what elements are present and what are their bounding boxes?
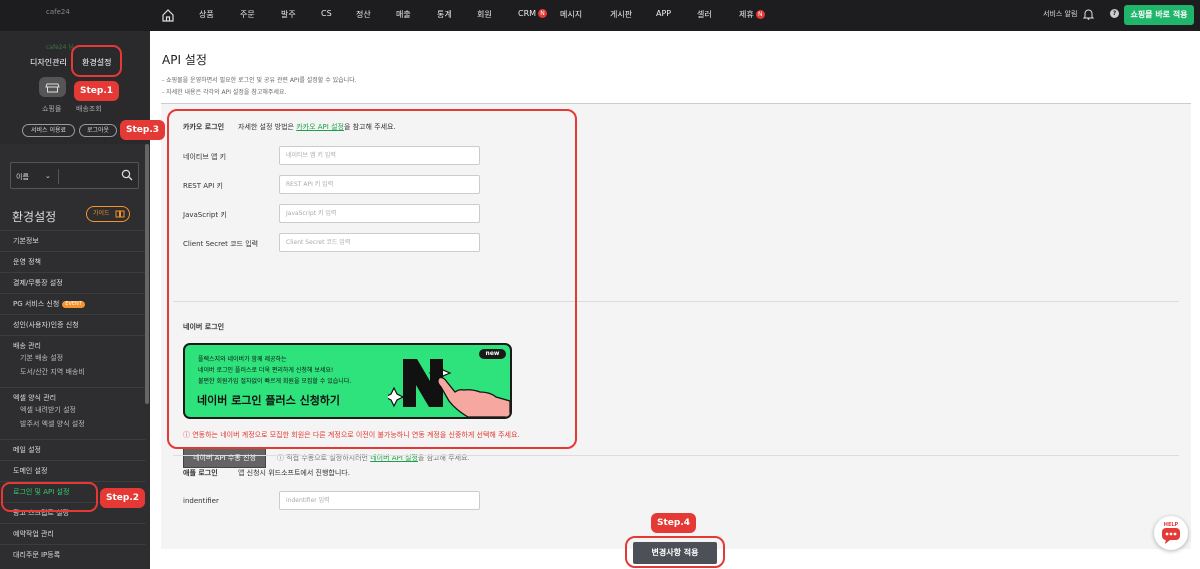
page-desc-line: - 쇼핑몰을 운영하면서 필요한 로그인 및 공유 관련 API를 설정할 수 … xyxy=(162,77,357,84)
nav-item[interactable]: 정산 xyxy=(356,9,371,20)
help-chat-button[interactable]: HELP xyxy=(1154,516,1188,550)
sidebar-submenu-item[interactable]: 발주서 엑셀 양식 설정 xyxy=(20,419,85,429)
nav-item[interactable]: 상품 xyxy=(199,9,214,20)
nav-item[interactable]: APP xyxy=(656,9,671,18)
naver-api-manual-button[interactable]: 네이버 API 수동 신청 xyxy=(183,448,266,468)
step-4-label: Step.4 xyxy=(651,513,697,533)
tab-design-management[interactable]: 디자인관리 xyxy=(30,57,67,68)
help-icon[interactable]: ? xyxy=(1110,9,1119,18)
sidebar-menu-item[interactable]: 예약작업 관리 xyxy=(0,523,146,544)
nav-item[interactable]: 통계 xyxy=(437,9,452,20)
new-badge: N xyxy=(538,9,548,18)
nav-item[interactable]: CS xyxy=(321,9,332,18)
step-2-label: Step.2 xyxy=(100,488,146,508)
apple-desc: 앱 신청시 위드소프트에서 진행합니다. xyxy=(238,469,350,477)
brand-logo[interactable]: cafe24 xyxy=(46,8,98,18)
step-1-highlight xyxy=(71,45,122,77)
page-desc-line: - 자세한 내용은 각각의 API 설정을 참고해주세요. xyxy=(162,89,287,96)
sidebar-menu-item[interactable]: 성인(사용자)인증 신청 xyxy=(0,314,146,335)
sidebar-menu-item[interactable]: 대리주문 IP등록 xyxy=(0,544,146,565)
section-divider xyxy=(173,455,1179,456)
sidebar-scrollbar[interactable] xyxy=(145,144,149,404)
home-icon[interactable] xyxy=(161,7,175,23)
sidebar-menu-item[interactable]: 운영 정책 xyxy=(0,251,146,272)
event-badge: EVENT xyxy=(62,301,85,308)
step-3-label: Step.3 xyxy=(120,120,166,140)
logout-button[interactable]: 로그아웃 xyxy=(79,124,117,137)
store-icon xyxy=(45,83,60,93)
top-navigation-bar: cafe24 상품 주문 발주 CS 정산 매출 통계 회원 CRM N 메시지 게시판 APP 셀러 제휴… xyxy=(0,0,1200,31)
save-changes-button[interactable]: 변경사항 적용 xyxy=(633,542,717,564)
sidebar-menu-item[interactable]: 도메인 설정 xyxy=(0,460,146,481)
sidebar-submenu-item[interactable]: 기본 배송 설정 xyxy=(20,353,63,363)
sidebar-menu-item[interactable]: 결제/무통장 설정 xyxy=(0,272,146,293)
sidebar-submenu-item[interactable]: 엑셀 내려받기 설정 xyxy=(20,405,76,415)
book-icon xyxy=(115,210,125,218)
sidebar-menu-item[interactable]: PG 서비스 신청 EVENT xyxy=(0,293,146,314)
search-icon[interactable] xyxy=(121,169,133,181)
shop-label: 쇼핑몰 xyxy=(42,105,62,113)
sidebar-section-title: 환경설정 xyxy=(12,210,57,224)
chevron-down-icon: ⌄ xyxy=(45,172,51,180)
service-alarm-link[interactable]: 서비스 알림 xyxy=(1043,9,1077,19)
nav-item[interactable]: 게시판 xyxy=(610,9,632,20)
sidebar-search: 이름 ⌄ xyxy=(10,162,139,189)
svg-text:HELP: HELP xyxy=(1164,522,1179,528)
help-chat-icon: HELP xyxy=(1162,522,1180,544)
bell-icon[interactable] xyxy=(1083,8,1094,20)
nav-item[interactable]: 발주 xyxy=(281,9,296,20)
nav-item[interactable]: 메시지 xyxy=(560,9,582,20)
sidebar-menu-item[interactable]: 기본정보 xyxy=(0,230,146,251)
step-2-highlight xyxy=(1,482,98,512)
apple-login-title: 애플 로그인 xyxy=(183,469,218,477)
field-label: indentifier xyxy=(183,497,219,505)
shipping-tracking-link[interactable]: 배송조회 xyxy=(76,104,102,114)
nav-item[interactable]: 제휴 N xyxy=(739,9,765,20)
shop-button[interactable] xyxy=(39,77,66,97)
nav-item[interactable]: 주문 xyxy=(240,9,255,20)
nav-item[interactable]: 셀러 xyxy=(697,9,712,20)
nav-item[interactable]: 회원 xyxy=(477,9,492,20)
nav-item[interactable]: CRM N xyxy=(518,9,548,18)
guide-label: 가이드 xyxy=(93,210,110,217)
new-badge: N xyxy=(755,10,765,19)
step-3-highlight xyxy=(167,109,577,449)
step-1-label: Step.1 xyxy=(74,81,120,101)
identifier-input[interactable]: indentifier 입력 xyxy=(279,491,480,510)
search-category-select[interactable]: 이름 xyxy=(16,172,29,182)
page-title: API 설정 xyxy=(162,53,207,67)
apply-to-shop-button[interactable]: 쇼핑몰 바로 적용 xyxy=(1124,5,1194,25)
sidebar-menu-item[interactable]: 메일 설정 xyxy=(0,439,146,460)
sidebar-submenu-item[interactable]: 도서/산간 지역 배송비 xyxy=(20,367,85,377)
service-fee-button[interactable]: 서비스 이용료 xyxy=(22,124,75,137)
nav-item[interactable]: 매출 xyxy=(396,9,411,20)
guide-button[interactable]: 가이드 xyxy=(86,206,130,222)
